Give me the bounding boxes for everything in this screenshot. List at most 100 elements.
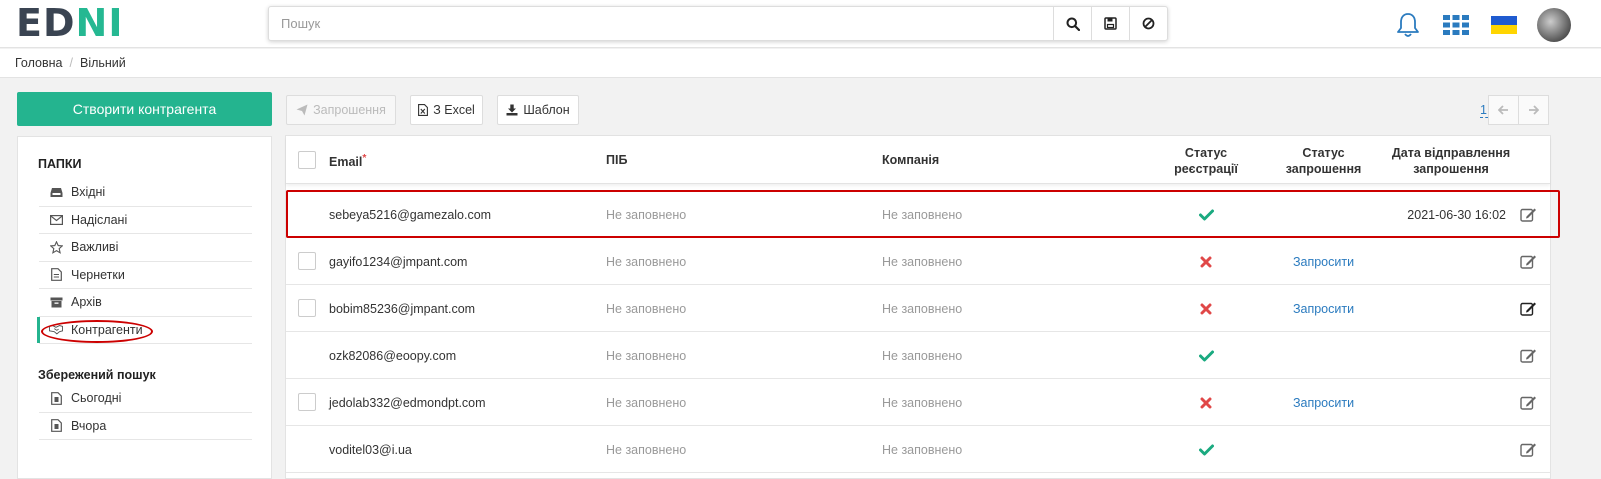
- envelope-icon: [49, 214, 63, 225]
- download-icon: [506, 104, 518, 116]
- cell-email: jedolab332@edmondpt.com: [329, 395, 486, 410]
- search-icon: [1066, 17, 1080, 31]
- edit-icon[interactable]: [1518, 332, 1538, 379]
- sidebar: ПАПКИ Вхідні Надіслані Важливі Чернетки …: [17, 136, 272, 479]
- column-invitation-status-line1: Статус: [1302, 146, 1345, 160]
- breadcrumb-home[interactable]: Головна: [15, 56, 63, 70]
- edit-icon[interactable]: [1518, 238, 1538, 285]
- arrow-left-icon: [1498, 105, 1508, 115]
- select-all-checkbox[interactable]: [298, 151, 316, 169]
- language-button[interactable]: [1489, 9, 1519, 41]
- table-row[interactable]: jedolab332@edmondpt.com Не заповнено Не за…: [286, 379, 1550, 426]
- logo-i: I: [108, 1, 124, 45]
- star-icon: [49, 240, 63, 254]
- import-excel-button[interactable]: З Excel: [410, 95, 483, 125]
- edin-logo[interactable]: ED N I: [16, 1, 124, 45]
- row-checkbox[interactable]: [298, 393, 316, 411]
- saved-search-today[interactable]: Сьогодні: [39, 385, 252, 413]
- template-download-button[interactable]: Шаблон: [497, 95, 579, 125]
- sidebar-item-drafts[interactable]: Чернетки: [39, 262, 252, 289]
- user-avatar[interactable]: [1537, 8, 1571, 42]
- save-search-button[interactable]: [1091, 7, 1129, 40]
- not-registered-cross-icon: [1198, 238, 1214, 285]
- cell-name: Не заповнено: [606, 395, 687, 410]
- next-page-button[interactable]: [1518, 95, 1549, 125]
- table-row[interactable]: bobim85236@jmpant.com Не заповнено Не запо…: [286, 285, 1550, 332]
- not-registered-cross-icon: [1198, 379, 1214, 426]
- sidebar-item-inbox[interactable]: Вхідні: [39, 179, 252, 207]
- column-company[interactable]: Компанія: [882, 153, 939, 167]
- cell-email: bobim85236@jmpant.com: [329, 301, 476, 316]
- contractors-table: Email* ПІБ Компанія Статус реєстрації Ст…: [285, 135, 1551, 479]
- registered-check-icon: [1198, 426, 1214, 473]
- logo-ed: ED: [16, 1, 76, 45]
- required-mark: *: [362, 153, 367, 164]
- column-registration-status-line1: Статус: [1184, 146, 1228, 160]
- column-email[interactable]: Email*: [329, 153, 366, 169]
- table-row[interactable]: gayifo1234@jmpant.com Не заповнено Не запо…: [286, 238, 1550, 285]
- column-registration-status-line2: реєстрації: [1174, 162, 1238, 176]
- invite-link[interactable]: Запросити: [1271, 379, 1376, 426]
- cell-company: Не заповнено: [882, 254, 963, 269]
- inbox-icon: [49, 187, 63, 198]
- cell-email: voditel03@i.ua: [329, 442, 412, 457]
- sidebar-item-contractors[interactable]: Контрагенти: [37, 316, 252, 344]
- table-header: Email* ПІБ Компанія Статус реєстрації Ст…: [286, 136, 1550, 184]
- saved-search-heading: Збережений пошук: [38, 368, 156, 382]
- column-sent-date[interactable]: Дата відправлення запрошення: [1381, 145, 1521, 177]
- cell-sent-date: 2021-06-30 16:02: [1407, 207, 1506, 222]
- file-icon: [49, 419, 63, 433]
- cell-name: Не заповнено: [606, 254, 687, 269]
- table-row[interactable]: ozk82086@eoopy.com Не заповнено Не заповне…: [286, 332, 1550, 379]
- paper-plane-icon: [296, 104, 308, 116]
- column-sent-date-line2: запрошення: [1413, 162, 1489, 176]
- search-bar: [268, 6, 1168, 41]
- prev-page-button[interactable]: [1488, 95, 1519, 125]
- cell-name: Не заповнено: [606, 301, 687, 316]
- arrow-right-icon: [1529, 105, 1539, 115]
- invite-button[interactable]: Запрошення: [286, 95, 396, 125]
- row-checkbox[interactable]: [298, 252, 316, 270]
- top-icons: [1393, 8, 1571, 42]
- notifications-button[interactable]: [1393, 9, 1423, 41]
- not-registered-cross-icon: [1198, 285, 1214, 332]
- sidebar-item-label: Архів: [71, 295, 102, 310]
- column-sent-date-line1: Дата відправлення: [1391, 146, 1511, 160]
- apps-menu-button[interactable]: [1441, 9, 1471, 41]
- sidebar-item-sent[interactable]: Надіслані: [39, 207, 252, 234]
- cell-name: Не заповнено: [606, 442, 687, 457]
- column-invitation-status[interactable]: Статус запрошення: [1271, 145, 1376, 177]
- grid-icon: [1443, 15, 1469, 35]
- create-contractor-button[interactable]: Створити контрагента: [17, 92, 272, 126]
- row-checkbox[interactable]: [298, 299, 316, 317]
- folders-heading: ПАПКИ: [38, 157, 82, 171]
- column-name[interactable]: ПІБ: [606, 153, 627, 167]
- logo-n: N: [75, 1, 109, 45]
- sidebar-item-label: Чернетки: [71, 267, 125, 282]
- sidebar-item-label: Важливі: [71, 240, 119, 255]
- edit-icon[interactable]: [1518, 191, 1538, 238]
- saved-search-yesterday[interactable]: Вчора: [39, 413, 252, 440]
- column-registration-status[interactable]: Статус реєстрації: [1156, 145, 1256, 177]
- sidebar-item-label: Надіслані: [71, 212, 128, 227]
- cell-email: gayifo1234@jmpant.com: [329, 254, 468, 269]
- cell-name: Не заповнено: [606, 348, 687, 363]
- sidebar-item-important[interactable]: Важливі: [39, 234, 252, 262]
- saved-search-list: Сьогодні Вчора: [39, 385, 252, 440]
- invite-link[interactable]: Запросити: [1271, 238, 1376, 285]
- draft-icon: [49, 268, 63, 282]
- edit-icon[interactable]: [1518, 379, 1538, 426]
- cell-email: sebeya5216@gamezalo.com: [329, 207, 492, 222]
- search-button[interactable]: [1053, 7, 1091, 40]
- table-row[interactable]: voditel03@i.ua Не заповнено Не заповнено: [286, 426, 1550, 473]
- edit-icon[interactable]: [1518, 426, 1538, 473]
- edit-icon[interactable]: [1518, 285, 1538, 332]
- clear-search-button[interactable]: [1129, 7, 1167, 40]
- ban-icon: [1142, 17, 1155, 30]
- bell-icon: [1397, 13, 1419, 37]
- sidebar-item-archive[interactable]: Архів: [39, 289, 252, 317]
- search-input[interactable]: [269, 7, 1053, 40]
- breadcrumb: Головна / Вільний: [0, 49, 1601, 78]
- invite-link[interactable]: Запросити: [1271, 285, 1376, 332]
- table-row[interactable]: sebeya5216@gamezalo.com Не заповнено Не за…: [286, 191, 1550, 238]
